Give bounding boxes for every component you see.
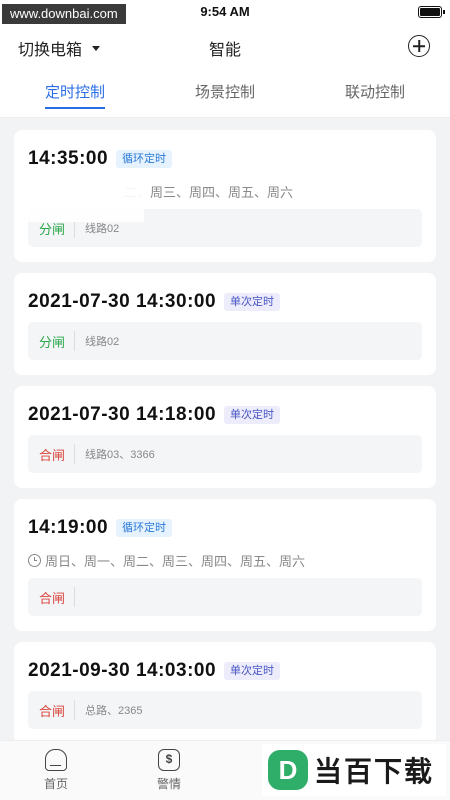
action-label: 合闸 (38, 590, 65, 606)
action-label: 分闸 (38, 334, 65, 350)
add-circle-icon[interactable] (408, 35, 430, 57)
timer-card[interactable]: 14:19:00 循环定时 周日、周一、周二、周三、周四、周五、周六 合闸 (14, 499, 436, 631)
circuit-lines: 线路02 (85, 223, 120, 235)
timer-card[interactable]: 2021-09-30 14:03:00 单次定时 合闸 总路、2365 (14, 642, 436, 744)
tab-linkage-control[interactable]: 联动控制 (300, 70, 450, 117)
timer-detail: 合闸 线路03、3366 (28, 435, 422, 473)
timer-detail: 合闸 总路、2365 (28, 691, 422, 729)
circuit-lines: 线路02 (85, 336, 120, 348)
tab-scene-control[interactable]: 场景控制 (150, 70, 300, 117)
white-overlay (14, 172, 144, 222)
timer-time: 14:35:00 (28, 148, 109, 169)
clock-icon (28, 554, 41, 567)
alarm-icon: $ (158, 749, 180, 771)
timer-card[interactable]: 2021-07-30 14:18:00 单次定时 合闸 线路03、3366 (14, 386, 436, 488)
repeat-days-text: 二、周三、周四、周五、周六 (124, 185, 294, 200)
timer-time: 14:19:00 (28, 517, 109, 538)
watermark-logo: D 当百下载 (262, 744, 446, 796)
timer-type-badge: 单次定时 (224, 406, 281, 424)
top-nav: 切换电箱 智能 (0, 26, 450, 70)
divider (74, 444, 75, 464)
logo-name: 当百下载 (314, 756, 435, 787)
divider (74, 700, 75, 720)
battery-icon (418, 6, 445, 18)
status-time: 9:54 AM (200, 4, 250, 19)
divider (74, 331, 75, 351)
timer-time: 2021-09-30 14:03:00 (28, 660, 217, 681)
action-label: 合闸 (38, 703, 65, 719)
divider (74, 587, 75, 607)
nav-home[interactable]: 首页 (26, 749, 86, 792)
repeat-days: 周日、周一、周二、周三、周四、周五、周六 (28, 551, 305, 570)
timer-detail: 分闸 线路02 (28, 322, 422, 360)
circuit-lines: 线路03、3366 (85, 449, 155, 461)
circuit-lines: 总路、2365 (85, 705, 143, 717)
repeat-days: 二、周三、周四、周五、周六 (124, 182, 293, 201)
timer-detail: 合闸 (28, 578, 422, 616)
tab-bar: 定时控制 场景控制 联动控制 (0, 70, 450, 118)
nav-alarm[interactable]: $ 警情 (139, 749, 199, 792)
page-title: 智能 (208, 42, 241, 59)
tab-timer-control[interactable]: 定时控制 (0, 70, 150, 117)
timer-card[interactable]: 2021-07-30 14:30:00 单次定时 分闸 线路02 (14, 273, 436, 375)
timer-type-badge: 单次定时 (224, 293, 281, 311)
repeat-days-text: 周日、周一、周二、周三、周四、周五、周六 (45, 554, 306, 569)
action-label: 合闸 (38, 447, 65, 463)
timer-time: 2021-07-30 14:18:00 (28, 404, 217, 425)
nav-alarm-label: 警情 (156, 777, 181, 791)
timer-type-badge: 循环定时 (116, 519, 173, 537)
home-icon (45, 749, 67, 771)
timer-type-badge: 循环定时 (116, 150, 173, 168)
logo-mark-icon: D (268, 750, 308, 790)
timer-type-badge: 单次定时 (224, 662, 281, 680)
timer-time: 2021-07-30 14:30:00 (28, 291, 217, 312)
status-bar: www.downbai.com 9:54 AM (0, 0, 450, 26)
nav-home-label: 首页 (43, 777, 68, 791)
